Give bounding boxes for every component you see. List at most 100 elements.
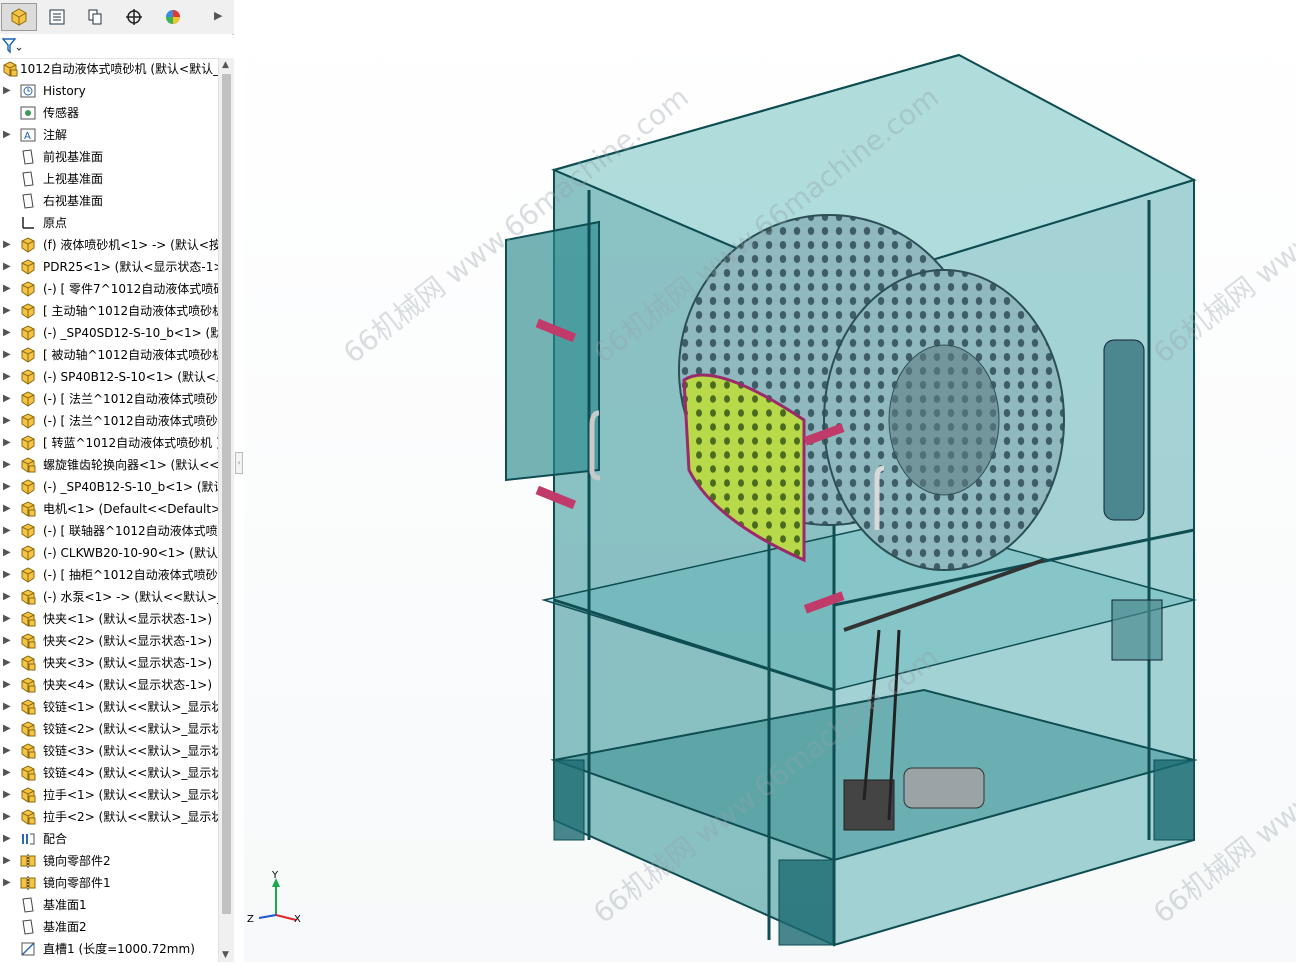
tree-item[interactable]: ▶ 快夹<3> (默认<显示状态-1>)	[0, 652, 218, 674]
tree-item[interactable]: 原点	[0, 212, 218, 234]
expand-arrow-icon[interactable]: ▶	[3, 437, 11, 449]
property-manager-tab[interactable]	[39, 3, 75, 31]
tree-item[interactable]: ▶ 快夹<4> (默认<显示状态-1>)	[0, 674, 218, 696]
scroll-up-arrow-icon[interactable]: ▲	[222, 60, 229, 70]
tree-item[interactable]: ▶ 配合	[0, 828, 218, 850]
tree-item-label: 铰链<4> (默认<<默认>_显示状	[43, 766, 218, 780]
tree-item[interactable]: ▶ (-) [ 法兰^1012自动液体式喷砂机	[0, 410, 218, 432]
tree-item[interactable]: 前视基准面	[0, 146, 218, 168]
tree-item[interactable]: ▶ 镜向零部件1	[0, 872, 218, 894]
tree-item-label: 拉手<2> (默认<<默认>_显示状	[43, 810, 218, 824]
tree-item[interactable]: ▶ 电机<1> (Default<<Default>_F	[0, 498, 218, 520]
tree-item[interactable]: 右视基准面	[0, 190, 218, 212]
expand-arrow-icon[interactable]: ▶	[3, 701, 11, 713]
feature-manager-tab[interactable]	[1, 3, 37, 31]
expand-arrow-icon[interactable]: ▶	[3, 503, 11, 515]
tree-item[interactable]: ▶ 快夹<1> (默认<显示状态-1>)	[0, 608, 218, 630]
expand-arrow-icon[interactable]: ▶	[3, 305, 11, 317]
tree-item[interactable]: 基准面1	[0, 894, 218, 916]
panel-splitter[interactable]: ‹	[234, 0, 244, 962]
expand-arrow-icon[interactable]: ▶	[3, 855, 11, 867]
expand-arrow-icon[interactable]: ▶	[3, 85, 11, 97]
part-icon	[21, 237, 35, 253]
expand-arrow-icon[interactable]: ▶	[3, 833, 11, 845]
tree-item[interactable]: ▶ 铰链<2> (默认<<默认>_显示状	[0, 718, 218, 740]
display-manager-tab[interactable]	[155, 3, 191, 31]
expand-arrow-icon[interactable]: ▶	[3, 327, 11, 339]
expand-arrow-icon[interactable]: ▶	[3, 239, 11, 251]
tree-item[interactable]: ▶ (-) [ 抽柜^1012自动液体式喷砂机	[0, 564, 218, 586]
expand-arrow-icon[interactable]: ▶	[3, 547, 11, 559]
color-wheel-icon	[166, 10, 180, 24]
expand-arrow-icon[interactable]: ▶	[3, 129, 11, 141]
expand-arrow-icon[interactable]: ▶	[3, 591, 11, 603]
tree-item[interactable]: ▶ (-) [ 零件7^1012自动液体式喷砂	[0, 278, 218, 300]
tabs-overflow-arrow-icon[interactable]: ▶	[214, 9, 222, 22]
tree-item[interactable]: ▶ [ 主动轴^1012自动液体式喷砂机	[0, 300, 218, 322]
expand-arrow-icon[interactable]: ▶	[3, 657, 11, 669]
filter-bar	[0, 34, 232, 59]
tree-item[interactable]: ▶ (-) [ 法兰^1012自动液体式喷砂机	[0, 388, 218, 410]
assembly-icon	[21, 765, 36, 781]
expand-arrow-icon[interactable]: ▶	[3, 459, 11, 471]
tree-item[interactable]: 传感器	[0, 102, 218, 124]
tree-item[interactable]: ▶ History	[0, 80, 218, 102]
tree-item[interactable]: 上视基准面	[0, 168, 218, 190]
expand-arrow-icon[interactable]: ▶	[3, 393, 11, 405]
expand-arrow-icon[interactable]: ▶	[3, 525, 11, 537]
tree-item[interactable]: 基准面2	[0, 916, 218, 938]
tree-item[interactable]: ▶ 铰链<4> (默认<<默认>_显示状	[0, 762, 218, 784]
tree-item[interactable]: ▶ (-) SP40B12-S-10<1> (默认<显	[0, 366, 218, 388]
tree-item[interactable]: ▶ 镜向零部件2	[0, 850, 218, 872]
tree-item[interactable]: ▶ 快夹<2> (默认<显示状态-1>)	[0, 630, 218, 652]
plane-icon	[22, 193, 34, 209]
tree-root-assembly[interactable]: 1012自动液体式喷砂机 (默认<默认_	[0, 58, 218, 80]
model-viewport[interactable]: Y X Z	[244, 0, 1296, 962]
tree-item[interactable]: ▶ [ 被动轴^1012自动液体式喷砂机	[0, 344, 218, 366]
tree-item[interactable]: ▶ 螺旋锥齿轮换向器<1> (默认<<默	[0, 454, 218, 476]
configuration-manager-tab[interactable]	[77, 3, 113, 31]
expand-arrow-icon[interactable]: ▶	[3, 767, 11, 779]
scrollbar-thumb[interactable]	[222, 74, 231, 914]
collapse-panel-handle-icon[interactable]: ‹	[235, 452, 243, 474]
scroll-down-arrow-icon[interactable]: ▼	[222, 950, 229, 960]
expand-arrow-icon[interactable]: ▶	[3, 569, 11, 581]
tree-item[interactable]: ▶ (-) _SP40B12-S-10_b<1> (默认	[0, 476, 218, 498]
tree-item[interactable]: ▶ 铰链<1> (默认<<默认>_显示状	[0, 696, 218, 718]
tree-item[interactable]: ▶ [ 转蓝^1012自动液体式喷砂机 ]	[0, 432, 218, 454]
tree-item[interactable]: ▶ 铰链<3> (默认<<默认>_显示状	[0, 740, 218, 762]
tree-item-label: (-) [ 抽柜^1012自动液体式喷砂机	[43, 568, 218, 582]
triad-x-label: X	[294, 914, 301, 925]
expand-arrow-icon[interactable]: ▶	[3, 789, 11, 801]
dimxpert-tab[interactable]	[116, 3, 152, 31]
tree-item[interactable]: ▶ (f) 液体喷砂机<1> -> (默认<按	[0, 234, 218, 256]
tree-item[interactable]: ▶ (-) _SP40SD12-S-10_b<1> (默认	[0, 322, 218, 344]
expand-arrow-icon[interactable]: ▶	[3, 877, 11, 889]
tree-scrollbar[interactable]: ▲ ▼	[218, 58, 234, 962]
expand-arrow-icon[interactable]: ▶	[3, 349, 11, 361]
tree-item[interactable]: ▶ 拉手<1> (默认<<默认>_显示状	[0, 784, 218, 806]
expand-arrow-icon[interactable]: ▶	[3, 283, 11, 295]
filter-icon[interactable]	[2, 38, 22, 54]
tree-item[interactable]: ▶ A 注解	[0, 124, 218, 146]
expand-arrow-icon[interactable]: ▶	[3, 811, 11, 823]
tree-item-label: 螺旋锥齿轮换向器<1> (默认<<默	[43, 458, 218, 472]
expand-arrow-icon[interactable]: ▶	[3, 371, 11, 383]
tree-item[interactable]: 直槽1 (长度=1000.72mm)	[0, 938, 218, 960]
tree-item[interactable]: ▶ (-) CLKWB20-10-90<1> (默认<	[0, 542, 218, 564]
tree-item[interactable]: ▶ (-) 水泵<1> -> (默认<<默认>_显	[0, 586, 218, 608]
graphics-area[interactable]: Y X Z 66机械网 www.66machine.com 66机械网 www.…	[244, 0, 1296, 962]
tree-item[interactable]: ▶ 拉手<2> (默认<<默认>_显示状	[0, 806, 218, 828]
expand-arrow-icon[interactable]: ▶	[3, 415, 11, 427]
expand-arrow-icon[interactable]: ▶	[3, 613, 11, 625]
expand-arrow-icon[interactable]: ▶	[3, 679, 11, 691]
expand-arrow-icon[interactable]: ▶	[3, 745, 11, 757]
expand-arrow-icon[interactable]: ▶	[3, 635, 11, 647]
expand-arrow-icon[interactable]: ▶	[3, 261, 11, 273]
expand-arrow-icon[interactable]: ▶	[3, 481, 11, 493]
tree-item-label: (-) [ 法兰^1012自动液体式喷砂机	[43, 414, 218, 428]
tree-item-label: 直槽1 (长度=1000.72mm)	[43, 942, 195, 956]
expand-arrow-icon[interactable]: ▶	[3, 723, 11, 735]
tree-item[interactable]: ▶ PDR25<1> (默认<显示状态-1>	[0, 256, 218, 278]
tree-item[interactable]: ▶ (-) [ 联轴器^1012自动液体式喷砂	[0, 520, 218, 542]
